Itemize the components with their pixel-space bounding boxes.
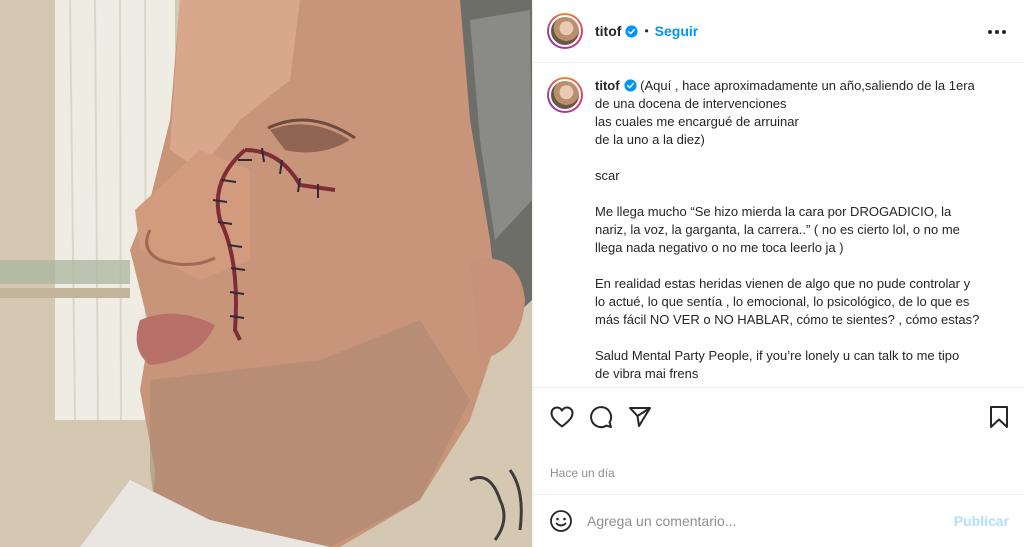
caption-line: En realidad estas heridas vienen de algo… (595, 276, 971, 291)
post-timestamp[interactable]: Hace un día (550, 466, 615, 480)
caption-line: scar (595, 168, 620, 183)
caption-text: titof (Aquí , hace aproximadamente un añ… (595, 77, 1005, 383)
post-side-panel: titof • Seguir titof (Aquí , hace aproxi… (532, 0, 1024, 547)
caption-body: (Aquí , hace aproximadamente un año,sali… (595, 78, 979, 381)
more-options-icon[interactable] (987, 22, 1007, 42)
comment-input[interactable]: Agrega un comentario... (587, 513, 954, 529)
author-avatar[interactable] (547, 13, 583, 49)
instagram-post-modal: titof • Seguir titof (Aquí , hace aproxi… (0, 0, 1024, 547)
comment-bubble-icon[interactable] (588, 404, 614, 430)
author-username[interactable]: titof (595, 23, 621, 39)
caption-line: más fácil NO VER o NO HABLAR, cómo te si… (595, 312, 980, 327)
emoji-icon[interactable] (549, 509, 573, 533)
author-avatar-image (549, 15, 581, 47)
caption-verified-badge-icon (623, 79, 637, 92)
follow-button[interactable]: Seguir (655, 23, 699, 39)
caption-line: Me llega mucho “Se hizo mierda la cara p… (595, 204, 952, 219)
caption-author-avatar-image (549, 79, 581, 111)
post-photo[interactable] (0, 0, 532, 547)
caption-area[interactable]: titof (Aquí , hace aproximadamente un añ… (533, 63, 1024, 386)
caption-line: de la uno a la diez) (595, 132, 705, 147)
verified-badge-icon (625, 24, 639, 38)
post-photo-illustration (0, 0, 532, 547)
header-separator: • (644, 24, 649, 38)
caption-line: (Aquí , hace aproximadamente un año,sali… (640, 78, 975, 93)
caption-line: de vibra mai frens (595, 366, 699, 381)
action-bar (533, 387, 1024, 445)
caption-username[interactable]: titof (595, 78, 620, 93)
heart-icon[interactable] (549, 404, 575, 430)
caption-line: lo actué, lo que sentía , lo emocional, … (595, 294, 970, 309)
caption-row: titof (Aquí , hace aproximadamente un añ… (547, 77, 1011, 383)
caption-line: las cuales me encargué de arruinar (595, 114, 799, 129)
post-header: titof • Seguir (533, 0, 1024, 63)
caption-line: llega nada negativo o no me toca leerlo … (595, 240, 844, 255)
caption-author-avatar[interactable] (547, 77, 583, 113)
comment-bar: Agrega un comentario... Publicar (533, 494, 1024, 547)
caption-line: nariz, la voz, la garganta, la carrera..… (595, 222, 960, 237)
paper-plane-icon[interactable] (627, 404, 653, 430)
caption-line: de una docena de intervenciones (595, 96, 787, 111)
bookmark-icon[interactable] (986, 404, 1012, 430)
publish-button[interactable]: Publicar (954, 513, 1009, 529)
caption-line: Salud Mental Party People, if you’re lon… (595, 348, 960, 363)
